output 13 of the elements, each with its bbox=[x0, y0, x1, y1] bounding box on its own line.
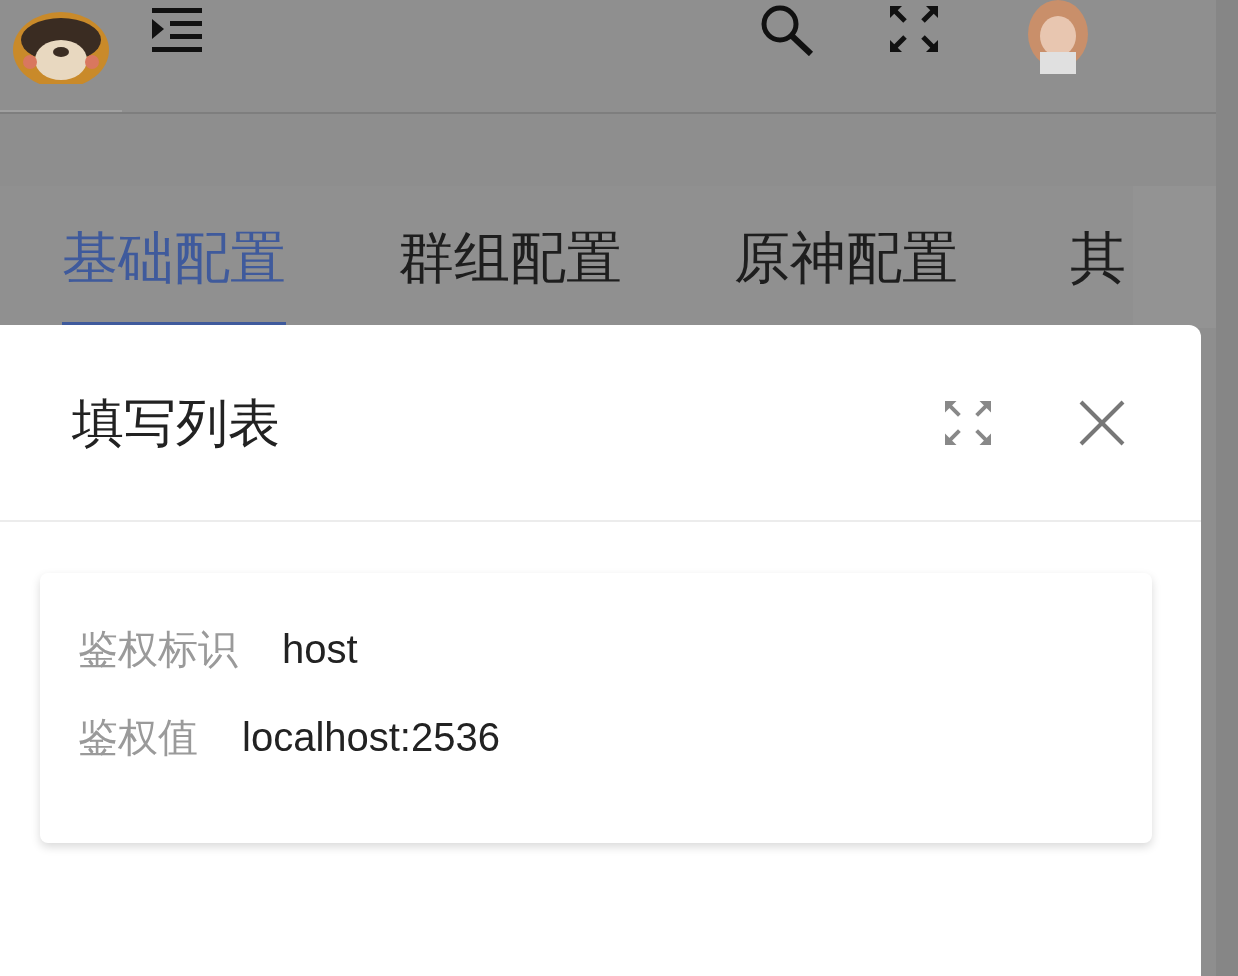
field-label: 鉴权标识 bbox=[78, 629, 238, 669]
fullscreen-icon[interactable] bbox=[945, 399, 991, 446]
tab[interactable]: 其 bbox=[1070, 186, 1126, 326]
search-icon[interactable] bbox=[760, 4, 814, 56]
field-label: 鉴权值 bbox=[78, 717, 198, 757]
tab[interactable]: 群组配置 bbox=[398, 186, 622, 326]
close-icon[interactable] bbox=[1079, 399, 1125, 446]
field-value: host bbox=[282, 629, 358, 669]
fullscreen-icon[interactable] bbox=[890, 6, 938, 52]
menu-indent-icon[interactable] bbox=[152, 8, 202, 52]
tab[interactable]: 原神配置 bbox=[734, 186, 958, 326]
field-value: localhost:2536 bbox=[242, 717, 500, 757]
dialog-title: 填写列表 bbox=[72, 391, 281, 455]
